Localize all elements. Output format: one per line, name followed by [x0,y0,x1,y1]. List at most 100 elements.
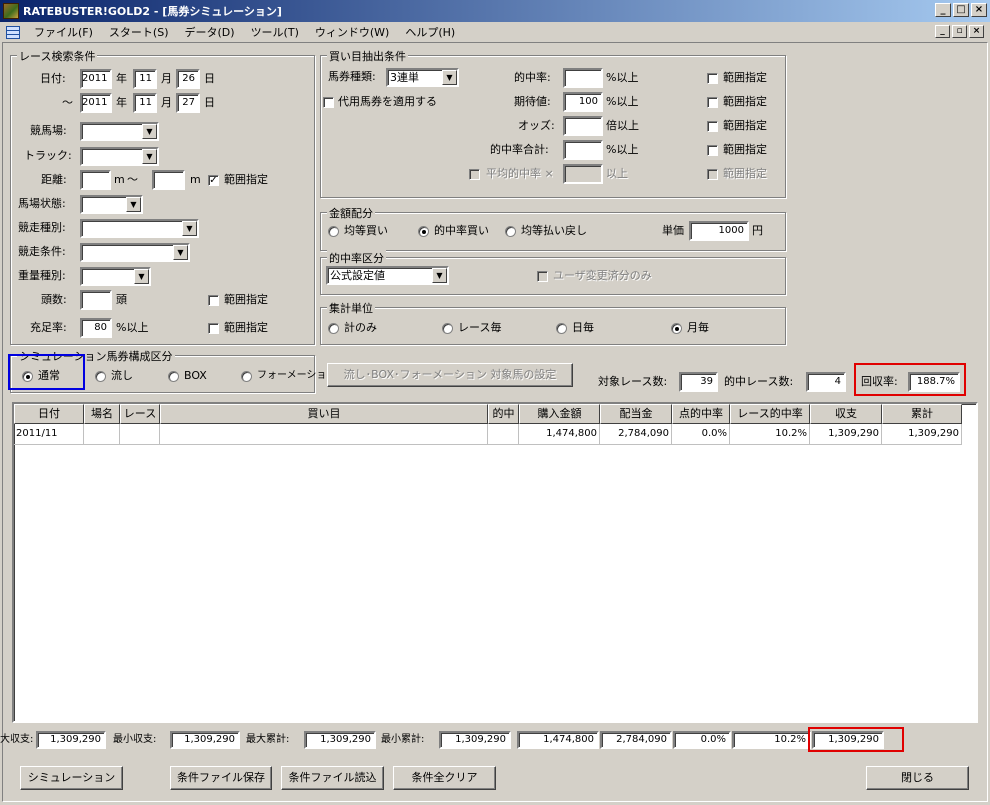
fill-rate-range-checkbox[interactable] [208,323,219,334]
allocation-hitrate-label: 的中率買い [434,224,489,237]
mdi-minimize-button[interactable]: _ [935,25,950,38]
user-changed-checkbox[interactable] [537,271,548,282]
minimize-button[interactable]: _ [935,3,951,17]
sim-nagashi-radio[interactable] [95,371,106,382]
unit-price-input[interactable]: 1000 [689,221,749,241]
date-from-year[interactable]: 2011 [80,69,112,89]
hit-total-range-checkbox[interactable] [707,145,718,156]
table-cell[interactable] [488,424,519,445]
chevron-down-icon[interactable]: ▼ [173,245,188,260]
menu-help[interactable]: ヘルプ(H) [397,24,463,40]
date-to-day[interactable]: 27 [176,93,200,113]
save-conditions-button[interactable]: 条件ファイル保存 [170,766,272,790]
fill-rate-input[interactable]: 80 [80,318,112,338]
maximize-button[interactable]: □ [953,3,969,17]
menu-start[interactable]: スタート(S) [101,24,177,40]
table-cell[interactable] [84,424,120,445]
table-cell[interactable] [160,424,488,445]
allocation-equal-radio[interactable] [328,226,339,237]
weight-type-select[interactable]: ▼ [80,267,151,286]
hit-class-select[interactable]: 公式設定値 ▼ [326,266,449,285]
odds-range-checkbox[interactable] [707,121,718,132]
document-icon[interactable] [6,25,20,39]
column-header[interactable]: 点的中率 [672,404,730,424]
track-select[interactable]: ▼ [80,147,159,166]
date-to-year[interactable]: 2011 [80,93,112,113]
odds-input[interactable] [563,116,603,136]
aggregate-day-label: 日毎 [572,321,594,334]
hit-total-input[interactable] [563,140,603,160]
target-horse-settings-button[interactable]: 流し･BOX･フォーメーション 対象馬の設定 [327,363,573,387]
clear-conditions-button[interactable]: 条件全クリア [393,766,496,790]
sim-formation-radio[interactable] [241,371,252,382]
date-from-month[interactable]: 11 [133,69,157,89]
column-header[interactable]: 配当金 [600,404,672,424]
table-cell[interactable] [120,424,160,445]
menu-window[interactable]: ウィンドウ(W) [307,24,397,40]
column-header[interactable]: 的中 [488,404,519,424]
chevron-down-icon[interactable]: ▼ [432,268,447,283]
chevron-down-icon[interactable]: ▼ [182,221,197,236]
bet-type-select[interactable]: 3連単 ▼ [386,68,459,87]
mdi-restore-button[interactable]: ▫ [952,25,967,38]
heads-range-checkbox[interactable] [208,295,219,306]
column-header[interactable]: 収支 [810,404,882,424]
hit-rate-input[interactable] [563,68,603,88]
distance-sep: ～ [127,173,138,186]
expect-input[interactable]: 100 [563,92,603,112]
chevron-down-icon[interactable]: ▼ [126,197,141,212]
heads-input[interactable] [80,290,112,310]
column-header[interactable]: 購入金額 [519,404,600,424]
table-cell[interactable]: 1,309,290 [810,424,882,445]
date-to-month[interactable]: 11 [133,93,157,113]
load-conditions-button[interactable]: 条件ファイル読込 [281,766,384,790]
table-cell[interactable]: 2011/11 [14,424,84,445]
allocation-payout-radio[interactable] [505,226,516,237]
substitute-checkbox[interactable] [323,97,334,108]
table-cell[interactable]: 2,784,090 [600,424,672,445]
date-from-day[interactable]: 26 [176,69,200,89]
race-cond-select[interactable]: ▼ [80,243,190,262]
column-header[interactable]: 日付 [14,404,84,424]
hit-rate-range-checkbox[interactable] [707,73,718,84]
expect-range-checkbox[interactable] [707,97,718,108]
date-tilde: ～ [62,96,73,109]
aggregate-day-radio[interactable] [556,323,567,334]
column-header[interactable]: 場名 [84,404,120,424]
simulate-button[interactable]: シミュレーション [20,766,123,790]
aggregate-race-radio[interactable] [442,323,453,334]
avg-hit-checkbox[interactable] [469,169,480,180]
allocation-hitrate-radio[interactable] [418,226,429,237]
column-header[interactable]: 累計 [882,404,962,424]
close-window-button[interactable]: × [971,3,987,17]
aggregate-total-radio[interactable] [328,323,339,334]
table-cell[interactable]: 10.2% [730,424,810,445]
race-type-select[interactable]: ▼ [80,219,199,238]
distance-range-checkbox[interactable]: ✓ [208,175,219,186]
menu-file[interactable]: ファイル(F) [26,24,101,40]
distance-to-input[interactable] [152,170,185,190]
mdi-close-button[interactable]: × [969,25,984,38]
table-cell[interactable]: 0.0% [672,424,730,445]
close-button[interactable]: 閉じる [866,766,969,790]
menu-data[interactable]: データ(D) [177,24,243,40]
column-header[interactable]: レース的中率 [730,404,810,424]
menu-tools[interactable]: ツール(T) [243,24,307,40]
column-header[interactable]: 買い目 [160,404,488,424]
chevron-down-icon[interactable]: ▼ [442,70,457,85]
table-cell[interactable]: 1,474,800 [519,424,600,445]
day-unit: 日 [204,96,215,109]
distance-from-input[interactable] [80,170,111,190]
sim-box-radio[interactable] [168,371,179,382]
results-table[interactable]: 日付 場名 レース 買い目 的中 購入金額 配当金 点的中率 レース的中率 収支… [12,402,978,723]
table-cell[interactable]: 1,309,290 [882,424,962,445]
ground-select[interactable]: ▼ [80,195,143,214]
racecourse-select[interactable]: ▼ [80,122,159,141]
avg-hit-input[interactable] [563,164,603,184]
avg-hit-range-checkbox[interactable] [707,169,718,180]
chevron-down-icon[interactable]: ▼ [142,124,157,139]
aggregate-month-radio[interactable] [671,323,682,334]
chevron-down-icon[interactable]: ▼ [134,269,149,284]
chevron-down-icon[interactable]: ▼ [142,149,157,164]
column-header[interactable]: レース [120,404,160,424]
